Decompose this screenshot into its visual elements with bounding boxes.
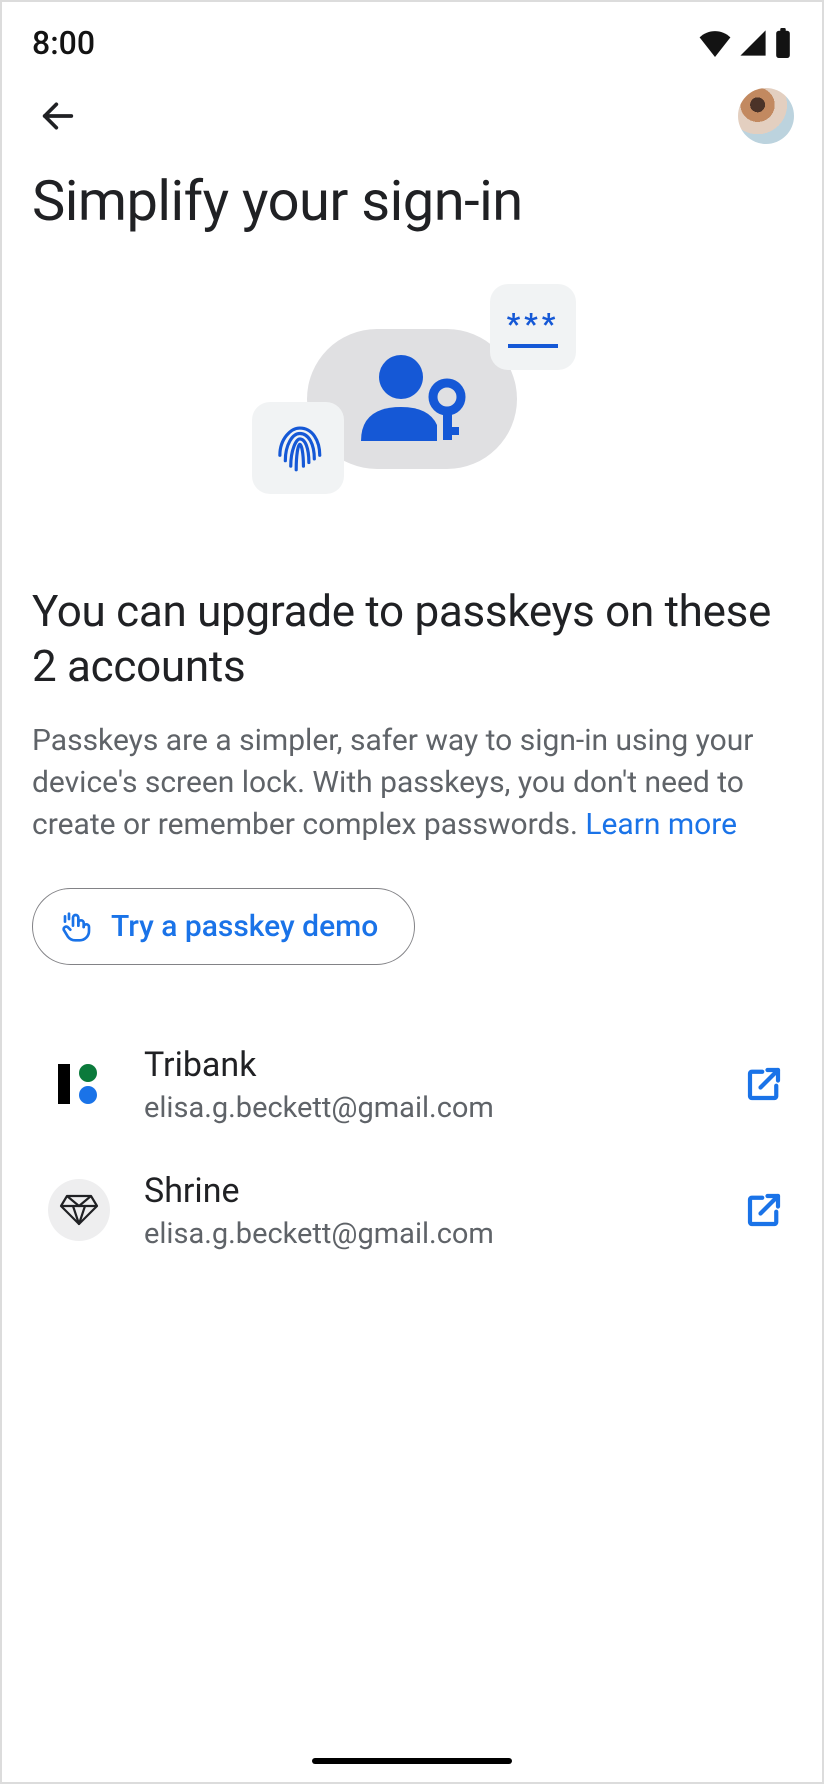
person-key-icon bbox=[347, 349, 477, 449]
tribank-logo-icon bbox=[58, 1060, 100, 1108]
account-text: Shrine elisa.g.beckett@gmail.com bbox=[144, 1169, 706, 1251]
nav-handle[interactable] bbox=[312, 1758, 512, 1764]
avatar[interactable] bbox=[738, 88, 794, 144]
status-bar: 8:00 bbox=[2, 2, 822, 72]
status-time: 8:00 bbox=[32, 24, 95, 62]
illustration: *** bbox=[2, 274, 822, 524]
asterisks-icon: *** bbox=[507, 307, 560, 342]
shrine-logo bbox=[48, 1179, 110, 1241]
section-description: Passkeys are a simpler, safer way to sig… bbox=[2, 694, 822, 846]
account-name: Tribank bbox=[144, 1043, 706, 1087]
demo-button-label: Try a passkey demo bbox=[111, 909, 378, 944]
open-in-new-icon bbox=[743, 1189, 785, 1231]
account-email: elisa.g.beckett@gmail.com bbox=[144, 1217, 706, 1251]
try-passkey-demo-button[interactable]: Try a passkey demo bbox=[32, 888, 415, 965]
open-in-new-icon bbox=[743, 1063, 785, 1105]
diamond-icon bbox=[59, 1192, 99, 1228]
account-list: Tribank elisa.g.beckett@gmail.com bbox=[2, 1021, 822, 1273]
cellular-icon bbox=[738, 29, 768, 57]
learn-more-link[interactable]: Learn more bbox=[585, 807, 737, 842]
account-name: Shrine bbox=[144, 1169, 706, 1213]
password-illustration: *** bbox=[490, 284, 576, 370]
top-bar bbox=[2, 72, 822, 160]
fingerprint-icon bbox=[269, 419, 327, 477]
account-row[interactable]: Tribank elisa.g.beckett@gmail.com bbox=[2, 1021, 822, 1147]
arrow-left-icon bbox=[38, 96, 78, 136]
account-email: elisa.g.beckett@gmail.com bbox=[144, 1091, 706, 1125]
back-button[interactable] bbox=[30, 88, 86, 144]
account-row[interactable]: Shrine elisa.g.beckett@gmail.com bbox=[2, 1147, 822, 1273]
section-heading: You can upgrade to passkeys on these 2 a… bbox=[2, 524, 822, 694]
account-text: Tribank elisa.g.beckett@gmail.com bbox=[144, 1043, 706, 1125]
wifi-icon bbox=[698, 29, 732, 57]
touch-icon bbox=[61, 911, 93, 943]
open-external-button[interactable] bbox=[740, 1060, 788, 1108]
status-icons bbox=[698, 28, 792, 58]
tribank-logo bbox=[48, 1053, 110, 1115]
battery-icon bbox=[774, 28, 792, 58]
fingerprint-illustration bbox=[252, 402, 344, 494]
device-frame: 8:00 Simplify your sign-in *** bbox=[0, 0, 824, 1784]
open-external-button[interactable] bbox=[740, 1186, 788, 1234]
page-title: Simplify your sign-in bbox=[2, 160, 822, 234]
